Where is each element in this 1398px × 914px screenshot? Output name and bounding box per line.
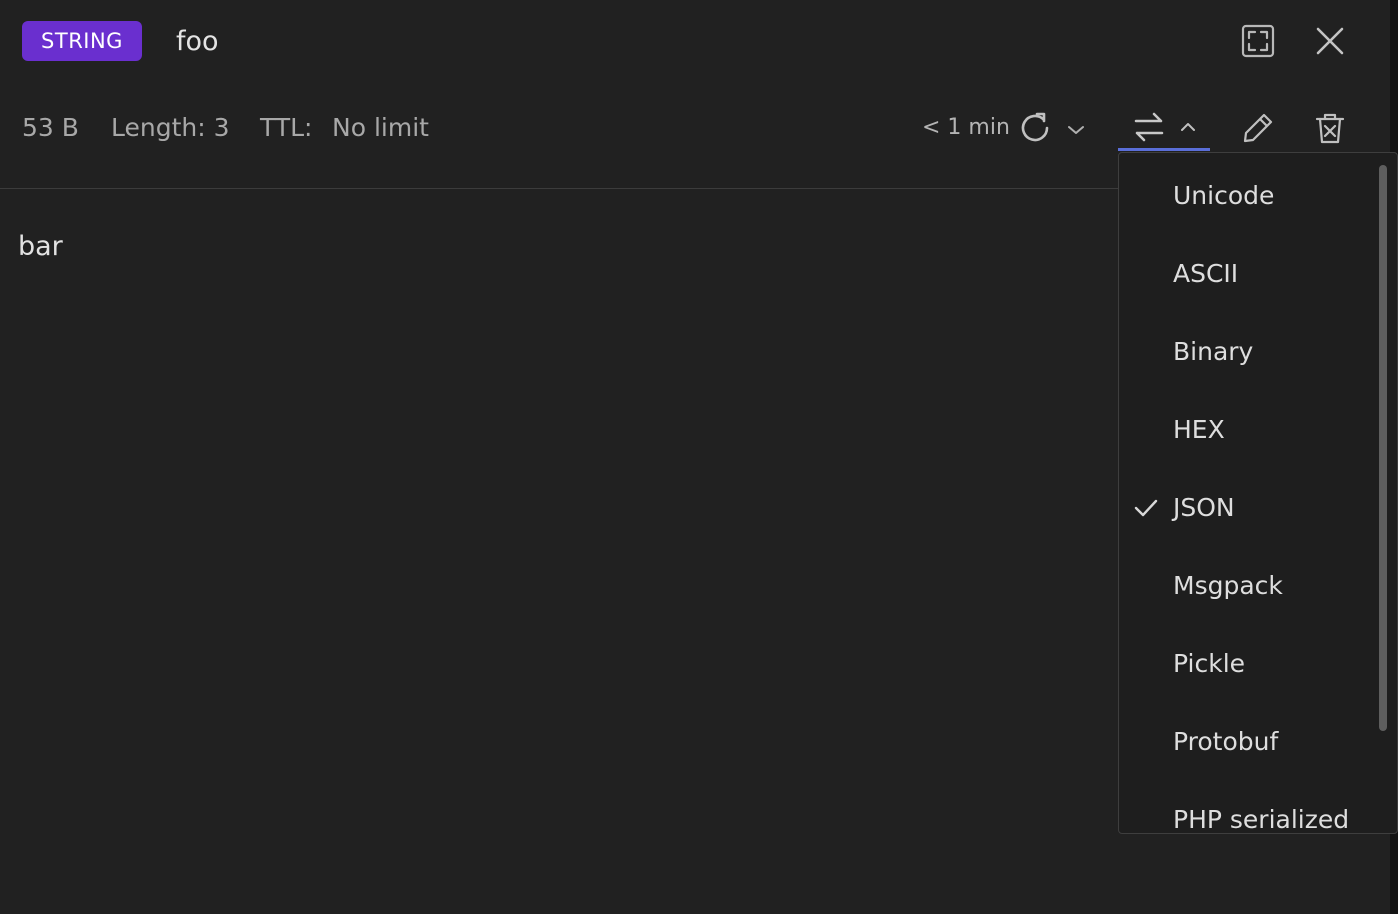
format-option-label: Binary [1173,337,1254,366]
format-option-label: ASCII [1173,259,1239,288]
key-details-panel: STRING foo 53 B Length: 3 TTL: No limit … [0,0,1398,914]
swap-arrows-icon [1134,112,1164,142]
format-option-ascii[interactable]: ASCII [1119,235,1381,313]
format-option-label: JSON [1173,493,1235,522]
format-option-label: Pickle [1173,649,1246,678]
format-option-hex[interactable]: HEX [1119,391,1381,469]
format-option-label: Protobuf [1173,727,1279,756]
key-meta-bar: 53 B Length: 3 TTL: No limit < 1 min [0,100,1390,156]
last-refresh-time: < 1 min [922,115,1010,140]
format-option-unicode[interactable]: Unicode [1119,157,1381,235]
format-option-pickle[interactable]: Pickle [1119,625,1381,703]
key-type-badge: STRING [22,21,142,61]
format-option-binary[interactable]: Binary [1119,313,1381,391]
fullscreen-icon [1241,24,1275,58]
close-button[interactable] [1310,21,1350,61]
format-option-label: Msgpack [1173,571,1283,600]
edit-button[interactable] [1238,108,1278,148]
refresh-icon [1021,112,1049,142]
format-option-msgpack[interactable]: Msgpack [1119,547,1381,625]
ttl-label: TTL: [260,113,313,142]
format-selector-active-indicator [1118,148,1210,151]
format-dropdown-menu: Unicode ASCII Binary HEX JSON Msgpack Pi… [1118,152,1398,834]
delete-button[interactable] [1310,108,1350,148]
dropdown-scrollbar[interactable] [1379,165,1387,731]
key-value[interactable]: bar [18,226,63,268]
trash-icon [1315,113,1345,144]
fullscreen-button[interactable] [1238,21,1278,61]
format-option-label: PHP serialized [1173,805,1350,834]
close-icon [1316,27,1344,55]
check-icon [1134,499,1158,517]
refresh-button[interactable] [1016,109,1054,147]
ttl-value[interactable]: No limit [332,100,429,156]
key-name[interactable]: foo [176,22,219,62]
key-size: 53 B [22,113,79,142]
format-option-php-serialized[interactable]: PHP serialized [1119,781,1381,834]
format-option-json[interactable]: JSON [1119,469,1381,547]
chevron-up-icon [1181,122,1195,131]
format-option-protobuf[interactable]: Protobuf [1119,703,1381,781]
format-option-label: HEX [1173,415,1225,444]
chevron-down-icon [1068,126,1084,134]
key-length: Length: 3 [111,113,230,142]
key-header: STRING foo [0,0,1390,84]
pencil-icon [1243,113,1273,143]
format-options-list: Unicode ASCII Binary HEX JSON Msgpack Pi… [1119,157,1381,834]
auto-refresh-toggle[interactable] [1064,118,1088,142]
format-selector-button[interactable] [1118,104,1210,150]
format-option-label: Unicode [1173,181,1275,210]
